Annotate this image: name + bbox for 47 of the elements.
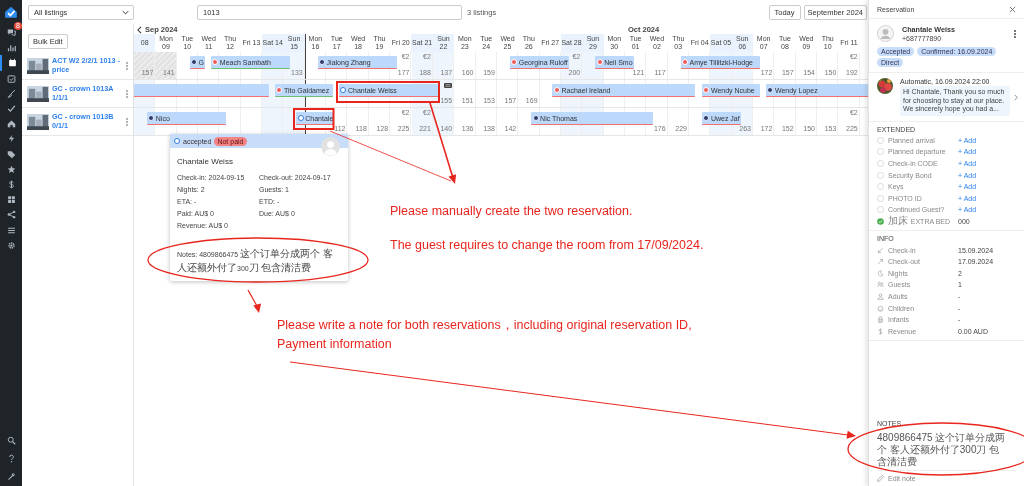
- annotation-text: The guest requires to change the room from 17/09/2024.: [390, 238, 704, 253]
- notes-text: 4809866475 这个订单分成两个 客人还额外付了300刀 包含清洁费: [877, 432, 1016, 471]
- caret-icon: [122, 9, 129, 15]
- checkbox[interactable]: [877, 217, 884, 225]
- checkbox[interactable]: [877, 148, 884, 156]
- channel-icon: [319, 59, 326, 65]
- avatar-icon: [877, 25, 894, 42]
- checkbox[interactable]: [877, 206, 884, 214]
- channel-icon: [212, 59, 219, 65]
- arrow-down-left-icon: [877, 246, 884, 254]
- arrow: [247, 289, 262, 313]
- channel-icon: [191, 59, 197, 65]
- arrow-up-right-icon: [877, 258, 884, 266]
- chevron-left-icon[interactable]: [137, 26, 142, 34]
- people-icon: [877, 281, 884, 289]
- channel-icon: [553, 87, 560, 93]
- annotation-text: Payment information: [277, 337, 392, 352]
- checkbox[interactable]: [877, 183, 884, 191]
- checkbox[interactable]: [877, 160, 884, 167]
- dollar-icon: [877, 327, 884, 335]
- channel-icon: [148, 115, 155, 121]
- channel-icon: [532, 115, 539, 121]
- note-icon: [444, 82, 453, 88]
- channel-icon: [297, 115, 304, 121]
- channel-icon: [276, 87, 283, 93]
- channel-icon: [682, 59, 689, 65]
- face-icon: [877, 304, 884, 312]
- channel-icon: [511, 59, 518, 65]
- checkbox[interactable]: [877, 194, 884, 202]
- annotation-text: Please manually create the two reservation.: [390, 204, 633, 219]
- close-icon[interactable]: [1009, 5, 1016, 13]
- channel-icon: [703, 87, 710, 93]
- channel-icon: [703, 115, 710, 121]
- annotation-text: Please write a note for both reservations，including original reservation ID,: [277, 318, 692, 333]
- channel-icon: [340, 87, 347, 93]
- channel-icon: [596, 59, 603, 65]
- channel-icon: [767, 87, 774, 93]
- checkbox[interactable]: [877, 171, 884, 179]
- person-icon: [877, 292, 884, 300]
- moon-icon: [877, 269, 884, 277]
- annotation-box: [293, 108, 335, 130]
- bottle-icon: [877, 316, 884, 324]
- guest-name: Chantale Weiss: [177, 157, 234, 166]
- checkbox[interactable]: [877, 136, 884, 144]
- avatar-icon: [321, 137, 340, 156]
- channel-icon: [174, 138, 180, 144]
- chevron-right-icon[interactable]: [1014, 94, 1018, 101]
